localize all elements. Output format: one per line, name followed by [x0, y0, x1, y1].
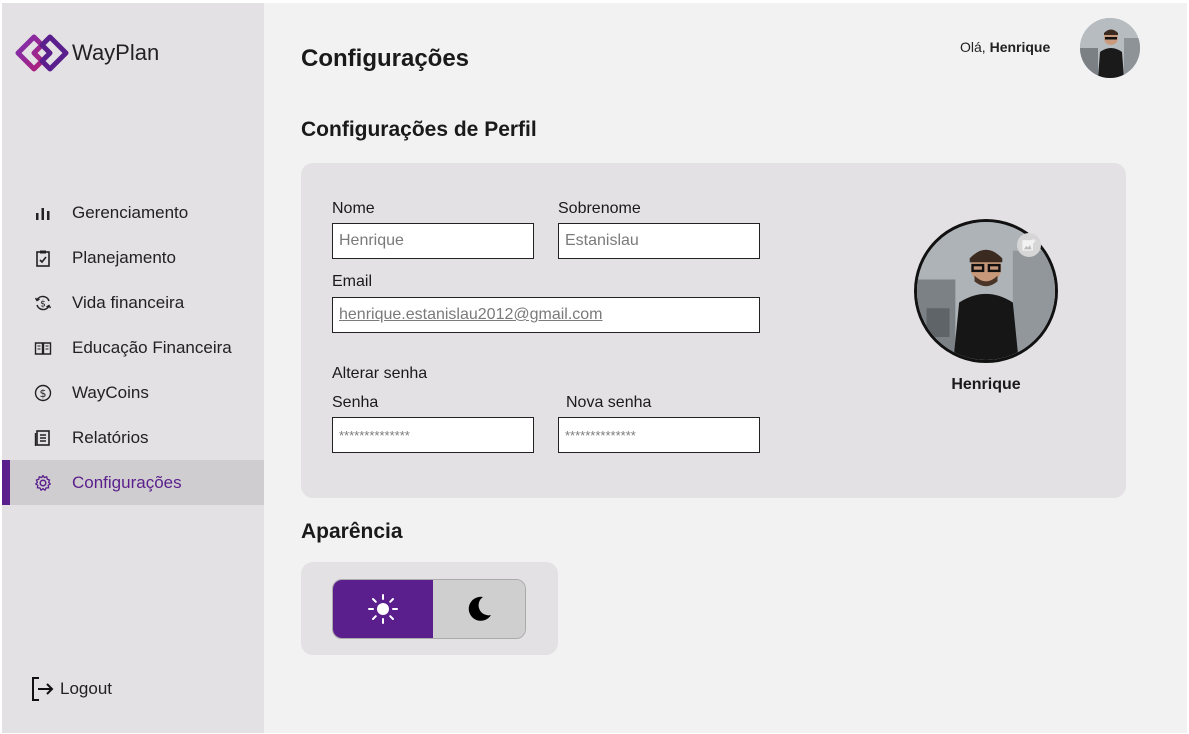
sidebar-item-gerenciamento[interactable]: Gerenciamento — [2, 190, 264, 235]
first-name-label: Nome — [332, 200, 375, 217]
password-label: Senha — [332, 394, 379, 411]
change-password-label: Alterar senha — [332, 365, 428, 382]
money-cycle-icon: $ — [34, 294, 52, 312]
page-title: Configurações — [301, 45, 470, 72]
profile-card: Nome Henrique Sobrenome Estanislau Email… — [301, 163, 1126, 498]
sidebar-item-configuracoes[interactable]: Configurações — [2, 460, 264, 505]
sidebar-item-label: Vida financeira — [72, 292, 185, 312]
clipboard-check-icon — [34, 249, 52, 267]
wayplan-logo-icon — [15, 34, 69, 72]
sidebar-item-relatorios[interactable]: Relatórios — [2, 415, 264, 460]
sidebar-item-vida-financeira[interactable]: $ Vida financeira — [2, 280, 264, 325]
svg-text:$: $ — [40, 299, 46, 309]
avatar[interactable] — [1080, 18, 1140, 78]
first-name-field[interactable]: Henrique — [332, 223, 534, 259]
email-label: Email — [332, 273, 373, 290]
open-book-icon — [34, 339, 52, 357]
new-password-label: Nova senha — [566, 394, 652, 411]
profile-section-title: Configurações de Perfil — [301, 118, 537, 141]
sidebar-item-label: Gerenciamento — [72, 202, 189, 222]
gear-icon — [34, 474, 52, 492]
last-name-label: Sobrenome — [558, 200, 641, 217]
app-frame: WayPlan Gerenciamento Planejamento $ Vid… — [2, 3, 1187, 733]
light-theme-button[interactable] — [333, 580, 433, 638]
last-name-field[interactable]: Estanislau — [558, 223, 760, 259]
appearance-section-title: Aparência — [301, 520, 403, 543]
sun-icon — [368, 594, 398, 624]
new-password-field[interactable]: ************** — [558, 417, 760, 453]
coin-dollar-icon: $ — [34, 384, 52, 402]
upload-photo-button[interactable] — [1017, 233, 1041, 257]
sidebar-item-educacao-financeira[interactable]: Educação Financeira — [2, 325, 264, 370]
brand-logo[interactable]: WayPlan — [14, 33, 159, 73]
password-field[interactable]: ************** — [332, 417, 534, 453]
moon-icon — [468, 596, 491, 621]
sidebar-item-label: WayCoins — [72, 382, 149, 402]
dark-theme-button[interactable] — [433, 580, 525, 638]
sidebar-item-label: Relatórios — [72, 427, 149, 447]
greeting-prefix: Olá, — [960, 39, 986, 55]
image-add-icon — [1022, 238, 1036, 251]
sidebar-item-label: Educação Financeira — [72, 337, 232, 357]
brand-name: WayPlan — [72, 40, 160, 65]
user-photo — [1080, 18, 1140, 78]
logout-icon — [32, 677, 54, 701]
appearance-panel — [301, 562, 558, 655]
greeting-user-name: Henrique — [989, 39, 1051, 55]
svg-text:$: $ — [40, 387, 47, 400]
sidebar-nav: Gerenciamento Planejamento $ Vida financ… — [2, 190, 264, 505]
sidebar-item-label: Configurações — [72, 472, 182, 492]
bar-chart-icon — [34, 204, 52, 222]
greeting: Olá, Henrique — [960, 39, 1050, 55]
email-field[interactable]: henrique.estanislau2012@gmail.com — [332, 297, 760, 333]
logout-button[interactable]: Logout — [30, 675, 112, 703]
sidebar: WayPlan Gerenciamento Planejamento $ Vid… — [2, 3, 264, 733]
sidebar-item-label: Planejamento — [72, 247, 176, 267]
sidebar-item-planejamento[interactable]: Planejamento — [2, 235, 264, 280]
sidebar-item-waycoins[interactable]: $ WayCoins — [2, 370, 264, 415]
profile-display-name: Henrique — [951, 376, 1021, 393]
theme-toggle — [332, 579, 526, 639]
logout-label: Logout — [60, 679, 112, 698]
report-icon — [34, 429, 52, 447]
